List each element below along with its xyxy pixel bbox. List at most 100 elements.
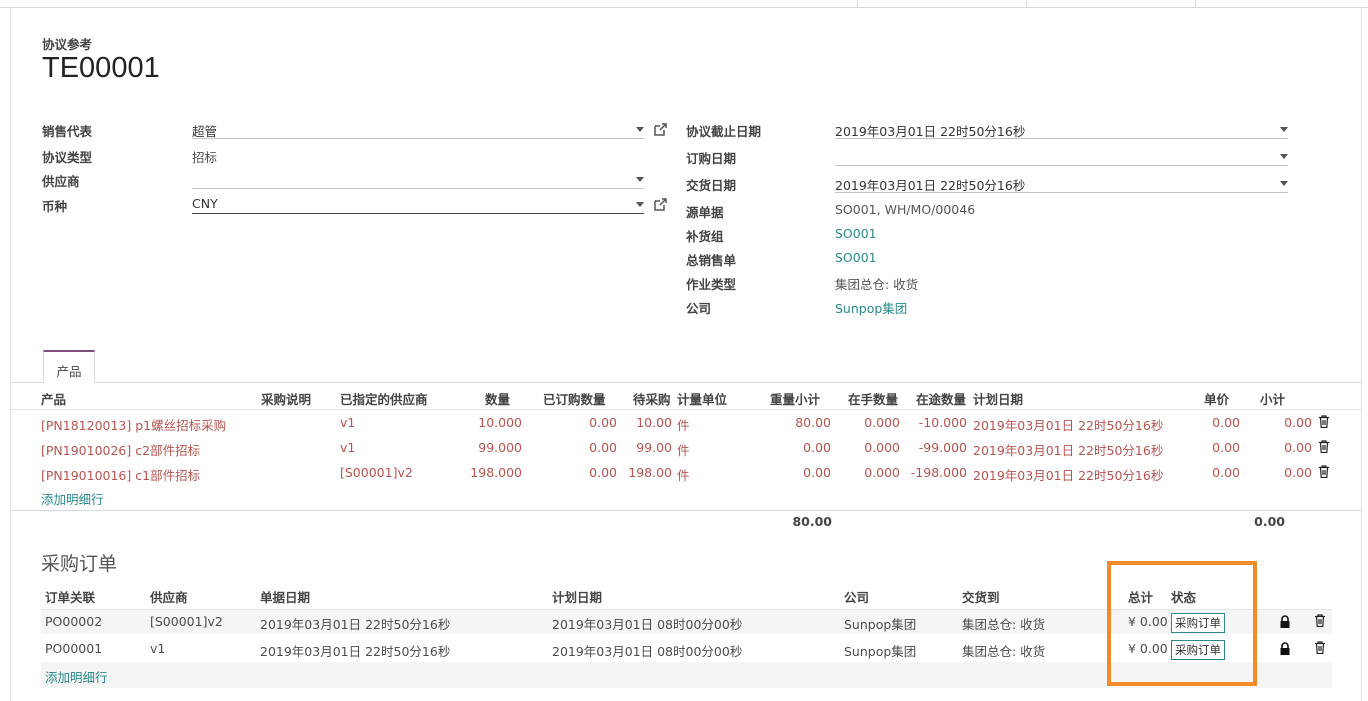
row-onhand: 0.000 [864, 440, 900, 455]
chevron-down-icon[interactable] [1280, 181, 1288, 186]
col-planned-date[interactable]: 计划日期 [973, 389, 1023, 408]
row-weight: 0.00 [803, 465, 831, 480]
agreement-type-label: 协议类型 [42, 150, 93, 165]
deadline-value: 2019年03月01日 22时50分16秒 [835, 124, 1026, 139]
purchase-orders-title: 采购订单 [41, 553, 118, 575]
row-vendor: v1 [340, 440, 356, 455]
row-uom: 件 [677, 418, 690, 433]
company-link[interactable]: Sunpop集团 [835, 298, 907, 317]
col-quantity[interactable]: 数量 [485, 389, 510, 408]
order-date-label: 订购日期 [686, 151, 737, 166]
col-assigned-vendor[interactable]: 已指定的供应商 [340, 389, 428, 408]
col-incoming[interactable]: 在途数量 [916, 389, 966, 408]
po-company: Sunpop集团 [844, 617, 917, 632]
po-vendor: [S00001]v2 [150, 614, 223, 629]
trash-icon[interactable] [1318, 465, 1330, 478]
trash-icon[interactable] [1314, 641, 1326, 654]
row-planned: 2019年03月01日 22时50分16秒 [973, 418, 1164, 433]
po-planned: 2019年03月01日 08时00分00秒 [552, 617, 743, 632]
external-link-icon[interactable] [653, 198, 667, 212]
po-vendor: v1 [150, 641, 166, 656]
row-onhand: 0.000 [864, 465, 900, 480]
row-ordered: 0.00 [589, 440, 617, 455]
po-ref: PO00001 [45, 641, 103, 656]
external-link-icon[interactable] [653, 123, 667, 137]
col-pending[interactable]: 待采购 [633, 389, 671, 408]
sales-rep-field[interactable]: 超管 [192, 119, 644, 139]
currency-field[interactable]: CNY [192, 194, 644, 214]
deadline-field[interactable]: 2019年03月01日 22时50分16秒 [835, 119, 1288, 139]
chevron-down-icon[interactable] [636, 177, 644, 182]
col-planned-date[interactable]: 计划日期 [552, 587, 602, 606]
trash-icon[interactable] [1318, 415, 1330, 428]
col-uom[interactable]: 计量单位 [677, 389, 727, 408]
col-unit-price[interactable]: 单价 [1204, 389, 1229, 408]
row-price: 0.00 [1212, 415, 1240, 430]
col-document-date[interactable]: 单据日期 [260, 587, 310, 606]
tab-products[interactable]: 产品 [43, 350, 95, 383]
po-company: Sunpop集团 [844, 644, 917, 659]
highlight-box [1107, 561, 1257, 686]
col-weight[interactable]: 重量小计 [770, 389, 820, 408]
row-uom: 件 [677, 468, 690, 483]
top-bar [0, 0, 1368, 8]
trash-icon[interactable] [1318, 440, 1330, 453]
row-planned: 2019年03月01日 22时50分16秒 [973, 443, 1164, 458]
col-subtotal[interactable]: 小计 [1260, 389, 1285, 408]
row-incoming: -198.000 [910, 465, 967, 480]
row-planned: 2019年03月01日 22时50分16秒 [973, 468, 1164, 483]
sales-rep-value: 超管 [192, 124, 218, 139]
order-date-field[interactable] [835, 146, 1288, 166]
row-qty: 10.000 [478, 415, 522, 430]
row-subtotal: 0.00 [1284, 415, 1312, 430]
po-date: 2019年03月01日 22时50分16秒 [260, 644, 451, 659]
trash-icon[interactable] [1314, 614, 1326, 627]
chevron-down-icon[interactable] [636, 202, 644, 207]
top-bar-divider [1195, 0, 1196, 8]
row-qty: 198.000 [470, 465, 522, 480]
chevron-down-icon[interactable] [1280, 127, 1288, 132]
lock-icon[interactable] [1279, 642, 1291, 655]
col-company[interactable]: 公司 [844, 587, 869, 606]
top-bar-divider [1026, 0, 1027, 8]
weight-total: 80.00 [792, 514, 832, 529]
row-subtotal: 0.00 [1284, 440, 1312, 455]
chevron-down-icon[interactable] [636, 127, 644, 132]
table-footer-divider [11, 510, 1362, 511]
procurement-group-link[interactable]: SO001 [835, 226, 877, 241]
row-pending: 10.00 [636, 415, 672, 430]
procurement-group-label: 补货组 [686, 229, 724, 244]
currency-value: CNY [192, 196, 218, 211]
subtotal-total: 0.00 [1254, 514, 1285, 529]
row-incoming: -99.000 [918, 440, 967, 455]
delivery-date-field[interactable]: 2019年03月01日 22时50分16秒 [835, 173, 1288, 193]
row-price: 0.00 [1212, 440, 1240, 455]
col-description[interactable]: 采购说明 [261, 389, 311, 408]
row-ordered: 0.00 [589, 415, 617, 430]
chevron-down-icon[interactable] [1280, 154, 1288, 159]
vendor-field[interactable] [192, 169, 644, 189]
sales-rep-label: 销售代表 [42, 124, 93, 139]
row-product: [PN19010016] c1部件招标 [41, 468, 201, 483]
deadline-label: 协议截止日期 [686, 124, 762, 139]
col-product[interactable]: 产品 [41, 389, 66, 408]
sale-order-link[interactable]: SO001 [835, 250, 877, 265]
col-deliver-to[interactable]: 交货到 [962, 587, 1000, 606]
row-price: 0.00 [1212, 465, 1240, 480]
row-pending: 99.00 [636, 440, 672, 455]
source-label: 源单据 [686, 205, 724, 220]
col-onhand[interactable]: 在手数量 [848, 389, 898, 408]
po-deliver-to: 集团总仓: 收货 [962, 617, 1046, 632]
delivery-date-label: 交货日期 [686, 178, 737, 193]
agreement-type-value: 招标 [192, 150, 218, 165]
col-order-ref[interactable]: 订单关联 [45, 587, 95, 606]
col-ordered-qty[interactable]: 已订购数量 [543, 389, 606, 408]
po-ref: PO00002 [45, 614, 103, 629]
row-pending: 198.00 [628, 465, 672, 480]
tab-divider [11, 382, 1362, 383]
add-product-line-link[interactable]: 添加明细行 [41, 489, 104, 508]
lock-icon[interactable] [1279, 615, 1291, 628]
add-po-line-link[interactable]: 添加明细行 [45, 667, 108, 686]
operation-type-value: 集团总仓: 收货 [835, 277, 919, 292]
col-vendor[interactable]: 供应商 [150, 587, 188, 606]
